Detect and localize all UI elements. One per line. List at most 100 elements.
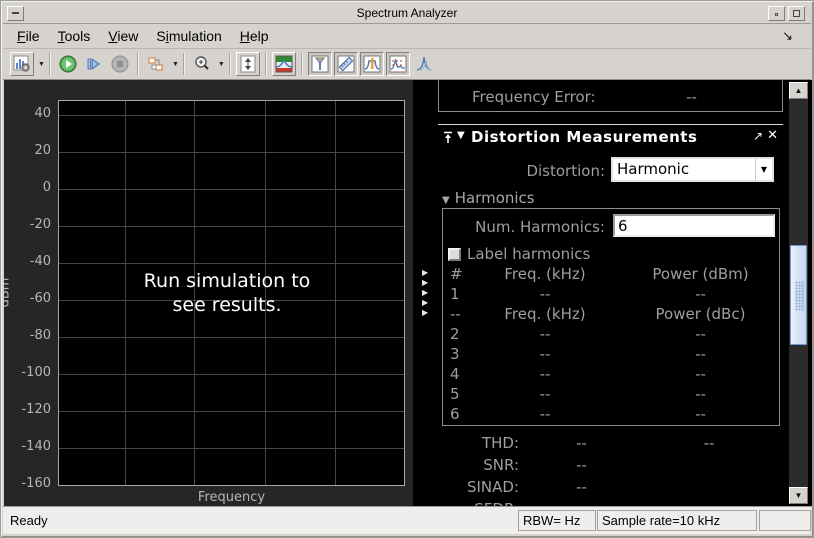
spectrum-settings-icon: [275, 55, 293, 73]
harmonics-collapse-icon: ▼: [442, 195, 450, 206]
shade-icon: [775, 13, 778, 16]
panel-collapse-gutter[interactable]: ▶ ▶ ▶ ▶ ▶: [413, 80, 437, 506]
gridline: [59, 411, 404, 412]
distortion-panel-header[interactable]: ▼ Distortion Measurements ↗ ✕: [438, 124, 783, 149]
step-forward-button[interactable]: [82, 52, 106, 76]
harmonics-section-header[interactable]: ▼ Harmonics: [442, 189, 535, 207]
toolbar: ▼ ▼ ▼: [3, 49, 811, 80]
gridline: [125, 101, 126, 485]
scope-settings-button[interactable]: [10, 52, 34, 76]
empty-status-cell: [759, 510, 811, 531]
y-tick-label: -60: [29, 291, 51, 306]
plot-message: Run simulation to see results.: [143, 270, 311, 316]
run-button[interactable]: [56, 52, 80, 76]
zoom-dropdown[interactable]: ▼: [218, 61, 225, 68]
window-title: Spectrum Analyzer: [356, 6, 458, 20]
spectral-mask-icon: [416, 56, 432, 71]
scroll-up-icon[interactable]: ▲: [789, 82, 808, 99]
toolbar-separator: [136, 53, 139, 75]
y-tick-label: -140: [21, 439, 51, 454]
stop-button[interactable]: [108, 52, 132, 76]
gridline: [59, 448, 404, 449]
label-harmonics-row: Label harmonics: [448, 245, 590, 263]
table-row: 4 -- --: [450, 365, 706, 383]
menu-bar: File Tools View Simulation Help ↘: [3, 24, 811, 49]
scope-settings-icon: [13, 55, 30, 72]
distortion-measurements-button[interactable]: [385, 52, 410, 76]
chevron-down-icon[interactable]: ▼: [755, 159, 772, 180]
menu-view[interactable]: View: [99, 25, 147, 47]
step-forward-icon: [87, 58, 100, 70]
popout-icon[interactable]: ↗: [753, 129, 763, 143]
gridline: [59, 115, 404, 116]
rbw-status-cell: RBW= Hz: [518, 510, 596, 531]
cursor-measurements-icon: [337, 55, 355, 73]
spectral-mask-button[interactable]: [412, 52, 436, 76]
harmonics-groupbox: Num. Harmonics: Label harmonics # Freq. …: [442, 208, 780, 426]
menu-simulation[interactable]: Simulation: [147, 25, 230, 47]
y-tick-label: 0: [42, 180, 51, 195]
num-harmonics-input[interactable]: [613, 214, 775, 237]
distortion-type-select[interactable]: Harmonic ▼: [611, 157, 774, 182]
pin-icon[interactable]: [443, 130, 453, 148]
channel-measurements-icon: [363, 55, 381, 73]
spectrum-analyzer-window: Spectrum Analyzer File Tools View Simula…: [0, 0, 814, 538]
frequency-error-box: Frequency Error: --: [438, 80, 783, 112]
y-tick-label: 20: [34, 143, 51, 158]
scope-content: dBm 40 20 0 -20 -40 -60 -80 -100 -120 -140 -160 Fr…: [4, 80, 812, 506]
table-row: 5 -- --: [450, 385, 706, 403]
dock-arrow-icon[interactable]: ↘: [782, 28, 793, 44]
frequency-error-label: Frequency Error:: [472, 88, 596, 106]
distortion-measurements-icon: [389, 55, 407, 73]
expand-arrows-icon: ▶ ▶ ▶ ▶ ▶: [422, 268, 429, 317]
channel-measurements-button[interactable]: [359, 52, 384, 76]
menu-tools[interactable]: Tools: [49, 25, 100, 47]
peak-finder-button[interactable]: [307, 52, 332, 76]
distortion-panel-title: Distortion Measurements: [471, 128, 698, 146]
gridline: [59, 152, 404, 153]
maximize-button[interactable]: [788, 6, 805, 21]
close-icon[interactable]: ✕: [767, 128, 778, 143]
gridline: [59, 337, 404, 338]
toolbar-separator: [300, 53, 303, 75]
y-tick-label: -20: [29, 217, 51, 232]
thd-row: THD: -- --: [481, 434, 715, 452]
gridline: [335, 101, 336, 485]
sinad-row: SINAD: --: [466, 478, 587, 496]
y-tick-label: -80: [29, 328, 51, 343]
menu-file[interactable]: File: [8, 25, 49, 47]
maximize-icon: [793, 10, 800, 17]
run-icon: [59, 55, 77, 73]
title-bar: Spectrum Analyzer: [3, 3, 811, 24]
gridline: [59, 226, 404, 227]
collapse-triangle-icon[interactable]: ▼: [457, 130, 465, 141]
frequency-error-value: --: [686, 88, 697, 106]
shade-button[interactable]: [768, 6, 785, 21]
scrollbar-thumb[interactable]: [790, 245, 807, 345]
cursor-measurements-button[interactable]: [333, 52, 358, 76]
y-tick-label: 40: [34, 106, 51, 121]
measurements-panel: Frequency Error: -- ▼ Distortion Measure…: [437, 80, 789, 506]
scope-settings-dropdown[interactable]: ▼: [38, 61, 45, 68]
menu-help[interactable]: Help: [231, 25, 278, 47]
harmonics-table-header: # Freq. (kHz) Power (dBm): [450, 265, 749, 283]
y-tick-label: -40: [29, 254, 51, 269]
gridline: [59, 189, 404, 190]
scroll-down-icon[interactable]: ▼: [789, 487, 808, 504]
toolbar-separator: [182, 53, 185, 75]
label-harmonics-label: Label harmonics: [467, 245, 591, 263]
table-row: 1 -- --: [450, 285, 706, 303]
y-tick-label: -160: [21, 476, 51, 491]
label-harmonics-checkbox[interactable]: [448, 247, 461, 261]
fit-y-axis-button[interactable]: [235, 52, 260, 76]
table-row: 2 -- --: [450, 325, 706, 343]
panel-scrollbar[interactable]: ▲ ▼: [789, 82, 808, 504]
plot-panel: dBm 40 20 0 -20 -40 -60 -80 -100 -120 -140 -160 Fr…: [4, 80, 413, 506]
simulation-config-icon: [148, 57, 163, 71]
simulation-config-dropdown[interactable]: ▼: [172, 61, 179, 68]
y-tick-label: -100: [21, 365, 51, 380]
zoom-in-button[interactable]: [190, 52, 214, 76]
distortion-type-value: Harmonic: [617, 160, 690, 178]
simulation-config-button[interactable]: [144, 52, 168, 76]
spectrum-settings-button[interactable]: [271, 52, 296, 76]
